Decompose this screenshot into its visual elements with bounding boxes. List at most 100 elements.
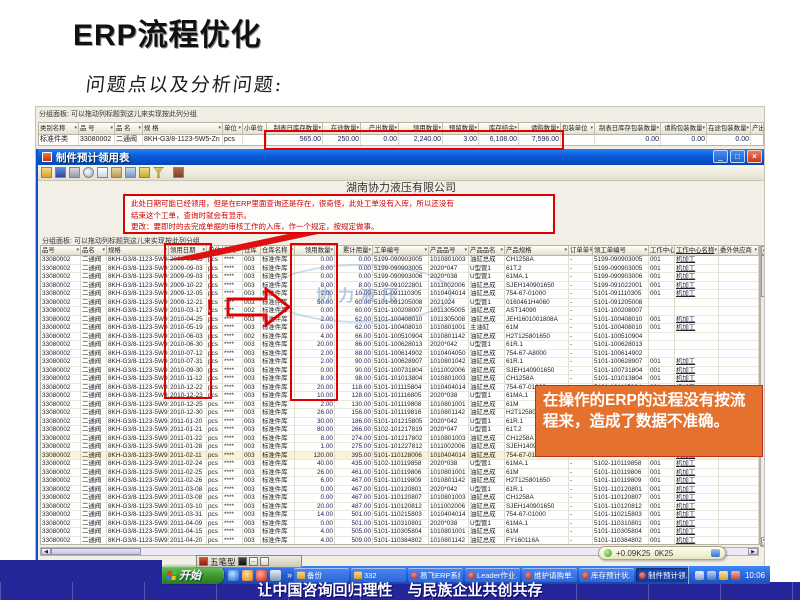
column-header[interactable]: 在途包装数量 [707,123,751,135]
taskbar-button-label: Leader作业.. [477,570,517,581]
maximize-button[interactable]: □ [730,150,745,163]
column-header[interactable]: 产品规格 [505,246,569,256]
cell: U型管1 [469,392,505,401]
copy-icon[interactable] [97,167,108,178]
ime-label[interactable]: 五笔型 [210,556,236,568]
table-row[interactable]: 33080002二通阀8KH-G3/8-1123-5W9-Zn2010-05-1… [41,324,759,333]
taskbar-button[interactable]: 易飞ERP系统 [408,568,463,582]
cell: **** [223,435,243,444]
scanner-icon[interactable] [695,571,704,580]
scroll-up-arrow[interactable]: ▲ [761,246,765,255]
table-row[interactable]: 33080002二通阀8KH-G3/8-1123-5W9-Zn2010-07-1… [41,350,759,359]
column-header[interactable]: 包装单位 [561,123,595,135]
table-row[interactable]: 33080002二通阀8KH-G3/8-1123-5W9-Zn2011-02-2… [41,460,759,469]
messenger-icon[interactable] [242,570,253,581]
table-row[interactable]: 33080002二通阀8KH-G3/8-1123-5W9-Zn2011-03-1… [41,503,759,512]
scroll-thumb[interactable] [51,548,141,555]
column-header[interactable]: 领工单编号 [593,246,649,256]
close-button[interactable]: × [747,150,762,163]
column-header[interactable]: 制表日库存包装数量 [595,123,661,135]
cell: 8KH-G3/8-1123-5W9-Zn [107,469,169,478]
table-row[interactable]: 33080002二通阀8KH-G3/8-1123-5W9-Zn2011-03-3… [41,511,759,520]
cell: 33080002 [41,333,81,342]
cell: - [569,486,593,495]
taskbar-button[interactable]: 备份 [294,568,349,582]
table-row[interactable]: 33080002二通阀8KH-G3/8-1123-5W9-Zn2011-04-0… [41,520,759,529]
table-row[interactable]: 33080002二通阀8KH-G3/8-1123-5W9-Zn2011-04-2… [41,537,759,546]
column-header[interactable]: 产品品号 [429,246,469,256]
table-row[interactable]: 33080002二通阀8KH-G3/8-1123-5W9-Zn2011-03-0… [41,486,759,495]
column-header[interactable]: 品号 [41,246,81,256]
print-icon[interactable] [69,167,80,178]
cell: 二通阀 [81,316,107,325]
table-row[interactable]: 33080002二通阀8KH-G3/8-1123-5W9-Zn2010-09-3… [41,367,759,376]
print-preview-icon[interactable] [125,167,136,178]
column-header[interactable]: 工作中心 [649,246,675,256]
cell: 机加工 [675,324,719,333]
ticker-widget[interactable]: +0.09K25 0K25 [598,546,726,560]
open-folder-icon[interactable] [41,167,52,178]
minimize-button[interactable]: _ [713,150,728,163]
quick-launch-overflow[interactable]: » [285,570,294,580]
column-header[interactable]: 类别名称 [39,123,79,135]
table-row[interactable]: 33080002二通阀8KH-G3/8-1123-5W9-Zn2010-06-3… [41,341,759,350]
table-row[interactable]: 33080002二通阀8KH-G3/8-1123-5W9-Zn2010-07-3… [41,358,759,367]
search-icon[interactable] [83,167,94,178]
scroll-thumb[interactable] [761,255,765,297]
table-row[interactable]: 33080002二通阀8KH-G3/8-1123-5W9-Zn2010-06-0… [41,333,759,342]
scroll-left-arrow[interactable]: ◀ [41,548,51,555]
column-header[interactable]: 工作中心名称 [675,246,719,256]
scroll-down-arrow[interactable]: ▼ [761,537,765,546]
cell: 8KH-G3/8-1123-5W9-Zn [107,324,169,333]
column-header[interactable]: 规 格 [143,123,223,135]
table-row[interactable]: 33080002二通阀8KH-G3/8-1123-5W9-Zn2011-03-0… [41,494,759,503]
taskbar-button[interactable]: 维护请购单. [522,568,577,582]
cell [675,333,719,342]
volume-icon[interactable] [719,571,728,580]
cell: 1010404014 [429,452,469,461]
filter-icon[interactable] [153,167,164,178]
exclamation-mark: ! [206,295,213,321]
column-header[interactable]: 请购包装数量 [661,123,707,135]
taskbar-button[interactable]: Leader作业.. [465,568,520,582]
column-header[interactable]: 品名 [81,246,107,256]
flag-icon[interactable] [139,167,150,178]
table-row[interactable]: 33080002二通阀8KH-G3/8-1123-5W9-Zn2011-02-2… [41,469,759,478]
ime-halfmoon-icon[interactable] [238,557,247,566]
exit-icon[interactable] [173,167,184,178]
column-header[interactable]: 品 名 [115,123,143,135]
taskbar-button[interactable]: 库存预计状.. [579,568,634,582]
save-icon[interactable] [55,167,66,178]
taskbar-clock[interactable]: 10:06 [745,571,765,580]
column-header[interactable]: 单位 [223,123,243,135]
scroll-right-arrow[interactable]: ▶ [748,548,758,555]
cell: 标准件库 [261,528,295,537]
cell: 1.00 [295,443,335,452]
column-header[interactable]: 产品品名 [469,246,505,256]
column-header[interactable]: 产出包装数量 [751,123,764,135]
window-titlebar[interactable]: 制件预计领用表 _ □ × [38,149,764,165]
taskbar-button[interactable]: 332 [351,568,406,582]
column-header[interactable]: 订单单号 [569,246,593,256]
column-header[interactable]: 委外供应商 [719,246,759,256]
media-icon[interactable] [256,570,267,581]
ie-icon[interactable] [228,570,239,581]
paste-icon[interactable] [111,167,122,178]
table-row[interactable]: 33080002二通阀8KH-G3/8-1123-5W9-Zn2011-02-2… [41,477,759,486]
cell: 33080002 [41,324,81,333]
ime-mode-icon[interactable] [199,557,208,566]
column-header[interactable]: 工单编号 [373,246,429,256]
ime-punct-icon[interactable]: ‥ [249,557,258,566]
cell: H2T125801650 [505,477,569,486]
ime-bar[interactable]: 五笔型 ‥ [196,555,302,568]
taskbar-button[interactable]: 制件预计领.. [636,568,688,582]
ime-keyboard-icon[interactable] [260,557,269,566]
erp-screenshot: 分组面板: 可以拖动列标题到这儿来实现按此列分组 类别名称品 号品 名规 格单位… [35,106,765,572]
table-row[interactable]: 33080002二通阀8KH-G3/8-1123-5W9-Zn2011-04-1… [41,528,759,537]
column-header[interactable]: 品 号 [79,123,115,135]
network-icon[interactable] [707,571,716,580]
message-icon[interactable] [731,571,740,580]
show-desktop-icon[interactable] [270,570,281,581]
cell: 754-67-01000 [505,290,569,299]
table-row[interactable]: 33080002二通阀8KH-G3/8-1123-5W9-Zn2010-11-1… [41,375,759,384]
